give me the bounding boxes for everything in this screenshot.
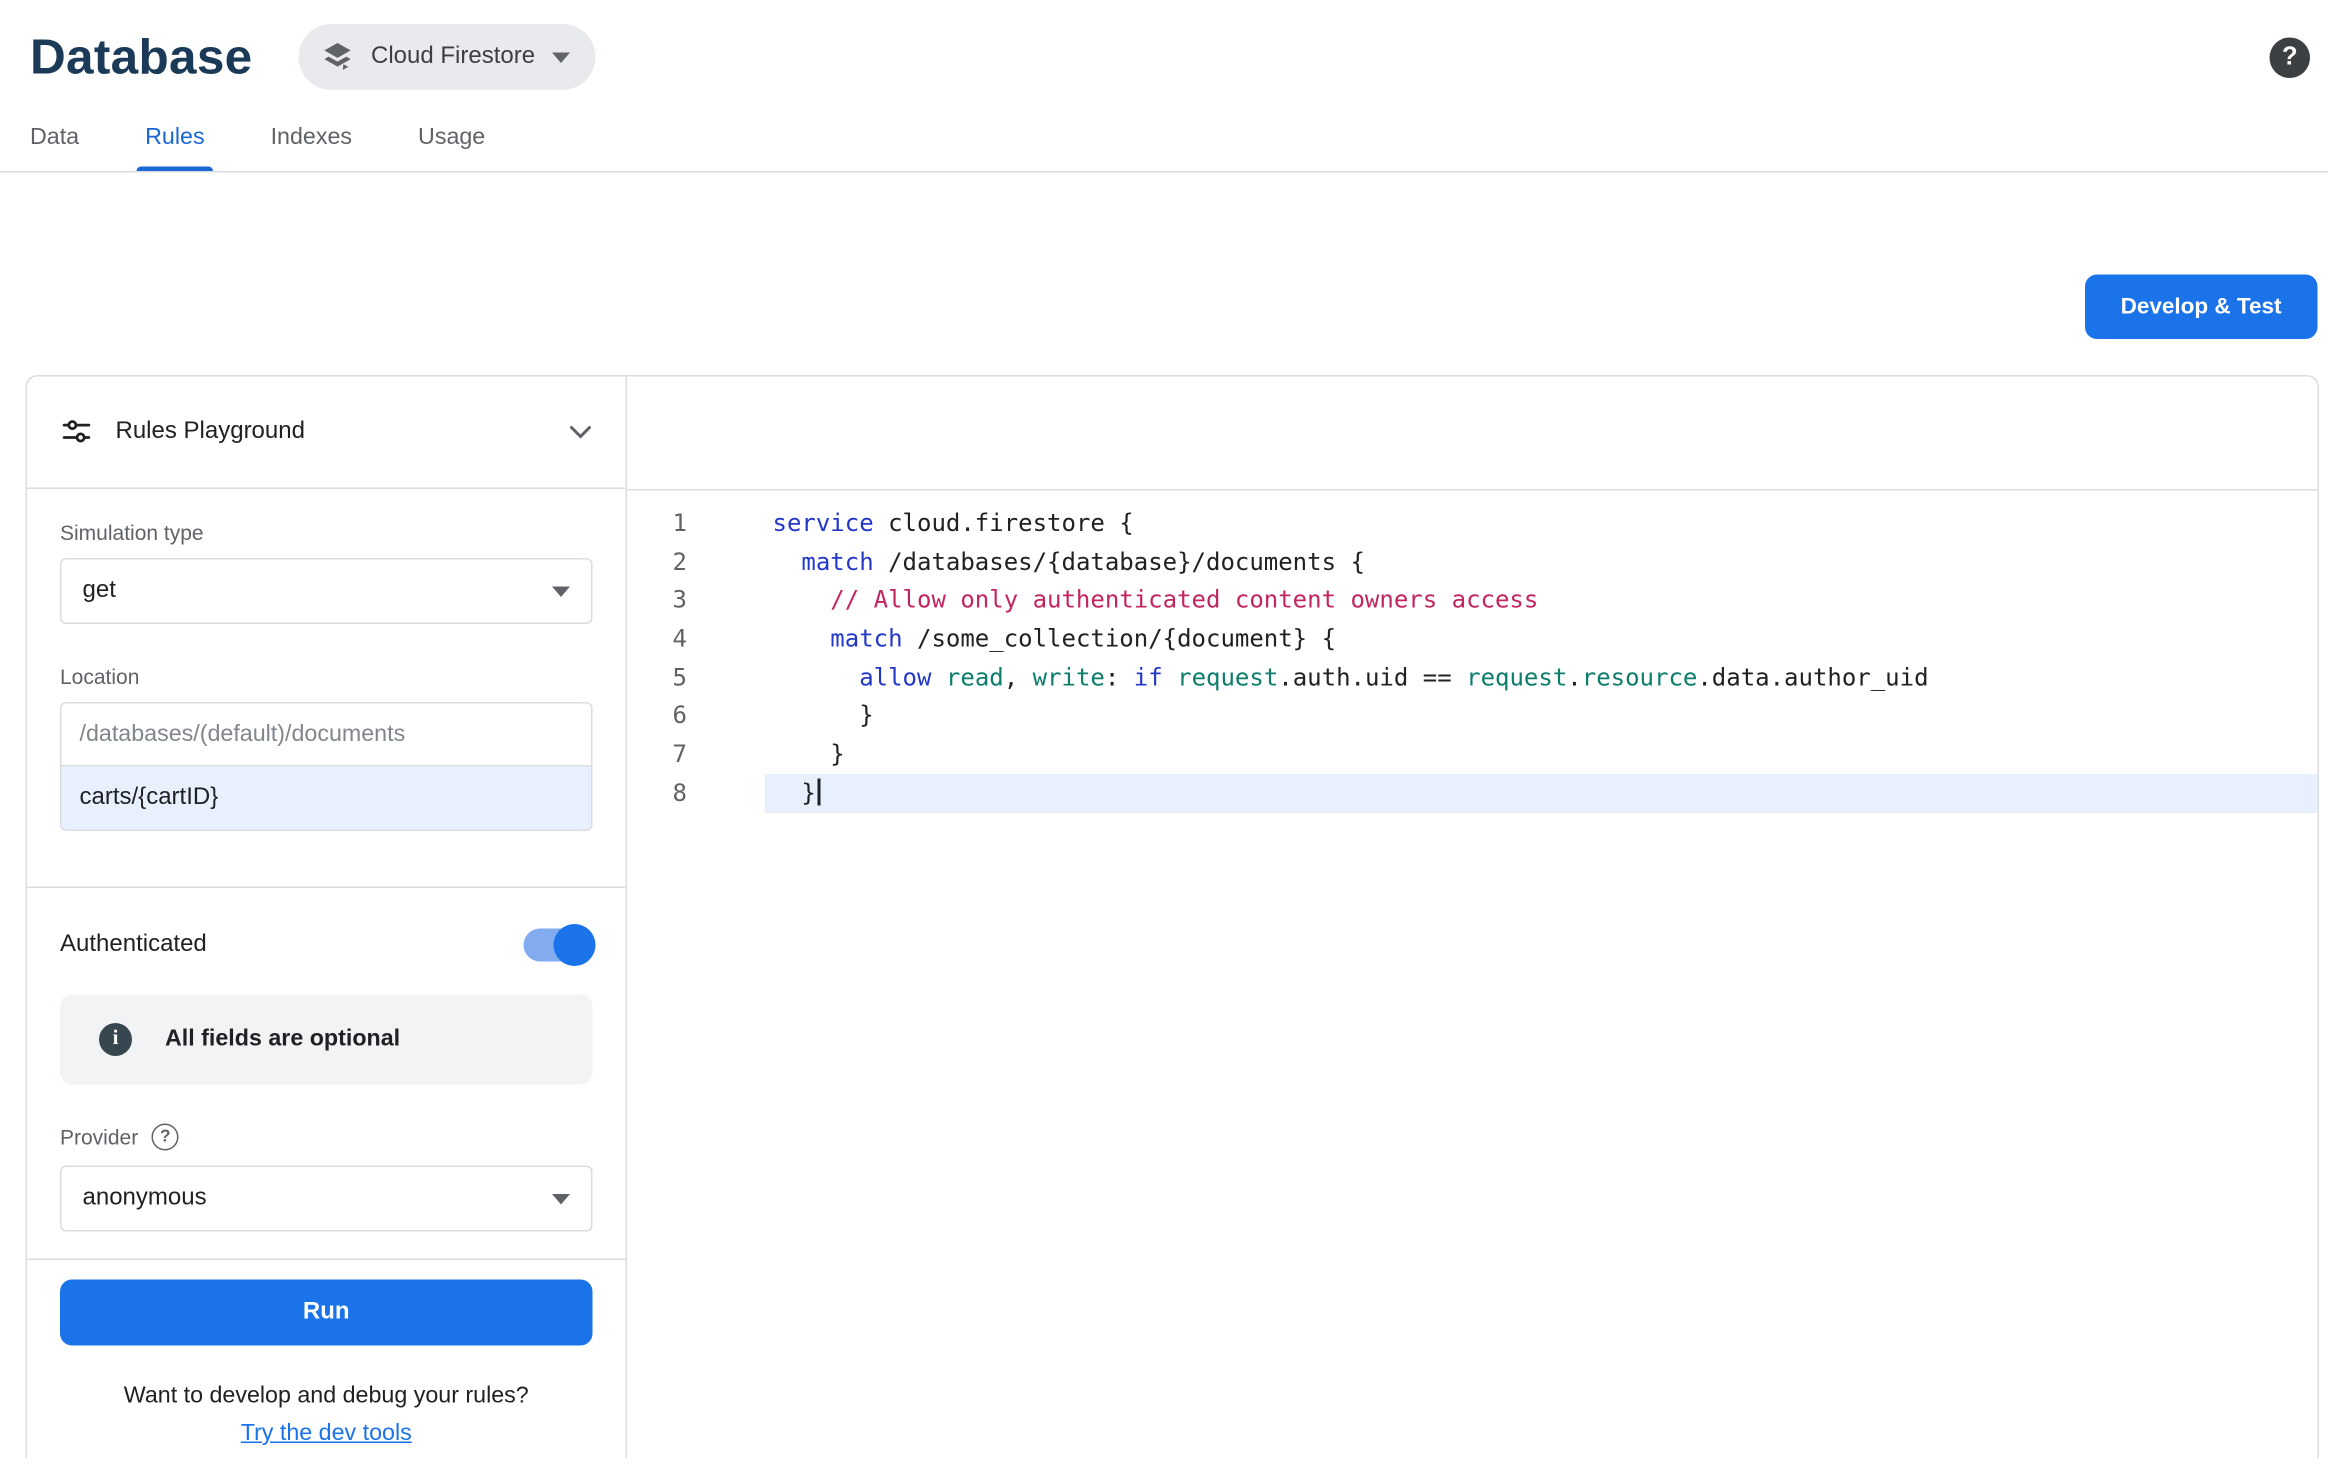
code-line-7[interactable]: 7 }: [627, 735, 2318, 774]
rules-playground-header[interactable]: Rules Playground: [27, 377, 626, 490]
help-button[interactable]: ?: [2270, 37, 2311, 78]
help-icon: ?: [2282, 42, 2298, 72]
collapse-chevron-down-icon[interactable]: [569, 425, 593, 440]
chevron-down-icon: [552, 586, 570, 597]
tab-indexes[interactable]: Indexes: [271, 105, 352, 171]
simulation-section: Simulation type get Location /databases/…: [27, 489, 626, 831]
location-label: Location: [60, 665, 593, 689]
playground-footer: Run Want to develop and debug your rules…: [27, 1260, 626, 1448]
info-banner: i All fields are optional: [60, 995, 593, 1085]
line-number: 2: [627, 543, 765, 582]
simulation-type-value: get: [83, 578, 116, 605]
code-line-2[interactable]: 2 match /databases/{database}/documents …: [627, 543, 2318, 582]
auth-section: Authenticated i All fields are optional …: [27, 888, 626, 1232]
location-field[interactable]: /databases/(default)/documents carts/{ca…: [60, 702, 593, 831]
code-line-6[interactable]: 6 }: [627, 697, 2318, 736]
code-lines[interactable]: 1service cloud.firestore {2 match /datab…: [627, 491, 2318, 1459]
line-number: 1: [627, 504, 765, 543]
location-prefix: /databases/(default)/documents: [62, 704, 592, 767]
line-number: 4: [627, 620, 765, 659]
tab-bar: Data Rules Indexes Usage: [0, 105, 2328, 173]
editor-header: [627, 377, 2318, 491]
run-button[interactable]: Run: [60, 1280, 593, 1346]
page-title: Database: [30, 29, 253, 86]
chevron-down-icon: [552, 1193, 570, 1204]
code-line-4[interactable]: 4 match /some_collection/{document} {: [627, 620, 2318, 659]
develop-and-test-button[interactable]: Develop & Test: [2085, 275, 2318, 340]
rules-playground-sidebar: Rules Playground Simulation type get Loc…: [27, 377, 627, 1459]
location-input[interactable]: carts/{cartID}: [62, 767, 592, 830]
provider-help-icon[interactable]: ?: [152, 1124, 179, 1151]
rules-editor: 1service cloud.firestore {2 match /datab…: [627, 377, 2318, 1459]
code-line-8[interactable]: 8 }: [627, 774, 2318, 813]
line-number: 6: [627, 697, 765, 736]
simulation-type-label: Simulation type: [60, 521, 593, 545]
code-line-1[interactable]: 1service cloud.firestore {: [627, 504, 2318, 543]
tab-rules[interactable]: Rules: [145, 105, 204, 171]
line-number: 3: [627, 581, 765, 620]
firebase-database-page: Database Cloud Firestore ? Data Rules In…: [0, 0, 2328, 1473]
dev-tools-link[interactable]: Try the dev tools: [241, 1421, 412, 1447]
dev-tools-question: Want to develop and debug your rules?: [60, 1383, 593, 1410]
code-line-3[interactable]: 3 // Allow only authenticated content ow…: [627, 581, 2318, 620]
line-number: 5: [627, 658, 765, 697]
tab-usage[interactable]: Usage: [418, 105, 485, 171]
tune-icon: [60, 416, 93, 449]
authenticated-toggle[interactable]: [524, 929, 593, 962]
product-selector-chip[interactable]: Cloud Firestore: [299, 24, 595, 90]
line-number: 7: [627, 735, 765, 774]
simulation-type-select[interactable]: get: [60, 558, 593, 624]
rules-playground-title: Rules Playground: [116, 419, 305, 446]
firestore-icon: [322, 41, 355, 74]
code-line-5[interactable]: 5 allow read, write: if request.auth.uid…: [627, 658, 2318, 697]
rules-panel: Rules Playground Simulation type get Loc…: [26, 375, 2320, 1458]
provider-label: Provider: [60, 1125, 138, 1149]
info-message: All fields are optional: [165, 1026, 400, 1053]
product-chip-label: Cloud Firestore: [371, 44, 535, 71]
provider-select[interactable]: anonymous: [60, 1166, 593, 1232]
provider-value: anonymous: [83, 1185, 207, 1212]
text-cursor: [817, 778, 820, 805]
chevron-down-icon: [552, 52, 570, 63]
line-number: 8: [627, 774, 765, 813]
authenticated-label: Authenticated: [60, 932, 207, 959]
tab-data[interactable]: Data: [30, 105, 79, 171]
info-icon: i: [99, 1023, 132, 1056]
rules-toolbar: Develop & Test: [0, 173, 2328, 376]
app-header: Database Cloud Firestore ?: [0, 0, 2328, 105]
